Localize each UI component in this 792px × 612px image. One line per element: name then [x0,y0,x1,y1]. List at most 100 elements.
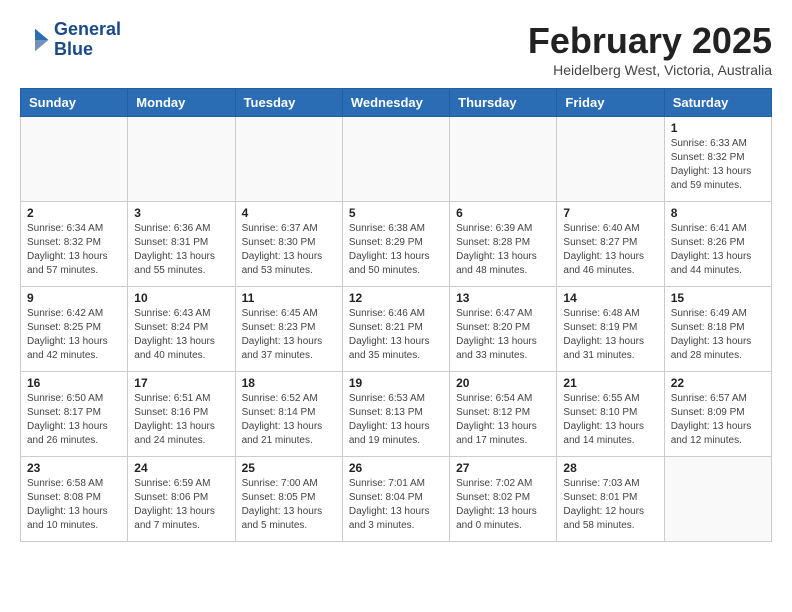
day-number: 24 [134,461,228,475]
day-info: Sunrise: 6:33 AM Sunset: 8:32 PM Dayligh… [671,137,765,193]
day-header-friday: Friday [557,89,664,117]
logo-text: General Blue [54,20,121,60]
day-number: 17 [134,376,228,390]
week-row-2: 2Sunrise: 6:34 AM Sunset: 8:32 PM Daylig… [21,202,772,287]
day-info: Sunrise: 7:01 AM Sunset: 8:04 PM Dayligh… [349,477,443,533]
day-number: 5 [349,206,443,220]
day-info: Sunrise: 6:45 AM Sunset: 8:23 PM Dayligh… [242,307,336,363]
calendar-cell: 6 Sunrise: 6:39 AM Sunset: 8:28 PM Daylig… [450,202,557,287]
calendar-cell: 9 Sunrise: 6:42 AM Sunset: 8:25 PM Daylig… [21,287,128,372]
calendar-cell [342,117,449,202]
calendar-cell: 13 Sunrise: 6:47 AM Sunset: 8:20 PM Dayli… [450,287,557,372]
day-info: Sunrise: 6:46 AM Sunset: 8:21 PM Dayligh… [349,307,443,363]
day-info: Sunrise: 6:58 AM Sunset: 8:08 PM Dayligh… [27,477,121,533]
logo: General Blue [20,20,121,60]
day-number: 14 [563,291,657,305]
day-info: Sunrise: 6:42 AM Sunset: 8:25 PM Dayligh… [27,307,121,363]
week-row-5: 23 Sunrise: 6:58 AM Sunset: 8:08 PM Dayli… [21,457,772,542]
calendar-cell [557,117,664,202]
calendar-cell: 3 Sunrise: 6:36 AM Sunset: 8:31 PM Daylig… [128,202,235,287]
day-number: 21 [563,376,657,390]
calendar-cell: 25 Sunrise: 7:00 AM Sunset: 8:05 PM Dayli… [235,457,342,542]
calendar-cell: 11 Sunrise: 6:45 AM Sunset: 8:23 PM Dayli… [235,287,342,372]
week-row-1: 1 Sunrise: 6:33 AM Sunset: 8:32 PM Daylig… [21,117,772,202]
day-header-monday: Monday [128,89,235,117]
day-info: Sunrise: 6:36 AM Sunset: 8:31 PM Dayligh… [134,222,228,278]
day-number: 22 [671,376,765,390]
week-row-3: 9 Sunrise: 6:42 AM Sunset: 8:25 PM Daylig… [21,287,772,372]
day-info: Sunrise: 6:47 AM Sunset: 8:20 PM Dayligh… [456,307,550,363]
day-number: 15 [671,291,765,305]
day-info: Sunrise: 6:50 AM Sunset: 8:17 PM Dayligh… [27,392,121,448]
day-info: Sunrise: 7:02 AM Sunset: 8:02 PM Dayligh… [456,477,550,533]
calendar-cell: 2Sunrise: 6:34 AM Sunset: 8:32 PM Daylig… [21,202,128,287]
calendar-cell: 16 Sunrise: 6:50 AM Sunset: 8:17 PM Dayli… [21,372,128,457]
day-info: Sunrise: 6:59 AM Sunset: 8:06 PM Dayligh… [134,477,228,533]
day-number: 19 [349,376,443,390]
page-header: General Blue February 2025 Heidelberg We… [20,20,772,78]
day-info: Sunrise: 6:39 AM Sunset: 8:28 PM Dayligh… [456,222,550,278]
calendar-table: SundayMondayTuesdayWednesdayThursdayFrid… [20,88,772,542]
day-info: Sunrise: 6:43 AM Sunset: 8:24 PM Dayligh… [134,307,228,363]
calendar-cell: 27 Sunrise: 7:02 AM Sunset: 8:02 PM Dayli… [450,457,557,542]
day-header-thursday: Thursday [450,89,557,117]
week-row-4: 16 Sunrise: 6:50 AM Sunset: 8:17 PM Dayli… [21,372,772,457]
day-number: 20 [456,376,550,390]
calendar-cell: 21Sunrise: 6:55 AM Sunset: 8:10 PM Dayli… [557,372,664,457]
day-number: 26 [349,461,443,475]
calendar-cell: 20 Sunrise: 6:54 AM Sunset: 8:12 PM Dayli… [450,372,557,457]
month-title: February 2025 [528,20,772,62]
day-info: Sunrise: 6:52 AM Sunset: 8:14 PM Dayligh… [242,392,336,448]
day-info: Sunrise: 6:51 AM Sunset: 8:16 PM Dayligh… [134,392,228,448]
day-number: 2 [27,206,121,220]
day-info: Sunrise: 6:38 AM Sunset: 8:29 PM Dayligh… [349,222,443,278]
day-info: Sunrise: 7:00 AM Sunset: 8:05 PM Dayligh… [242,477,336,533]
calendar-cell: 5 Sunrise: 6:38 AM Sunset: 8:29 PM Daylig… [342,202,449,287]
calendar-cell: 4Sunrise: 6:37 AM Sunset: 8:30 PM Daylig… [235,202,342,287]
day-number: 11 [242,291,336,305]
calendar-cell: 28Sunrise: 7:03 AM Sunset: 8:01 PM Dayli… [557,457,664,542]
calendar-cell: 18 Sunrise: 6:52 AM Sunset: 8:14 PM Dayli… [235,372,342,457]
calendar-cell [128,117,235,202]
calendar-cell: 24 Sunrise: 6:59 AM Sunset: 8:06 PM Dayli… [128,457,235,542]
calendar-cell: 15 Sunrise: 6:49 AM Sunset: 8:18 PM Dayli… [664,287,771,372]
logo-icon [20,25,50,55]
day-header-sunday: Sunday [21,89,128,117]
title-block: February 2025 Heidelberg West, Victoria,… [528,20,772,78]
calendar-cell [450,117,557,202]
day-info: Sunrise: 6:41 AM Sunset: 8:26 PM Dayligh… [671,222,765,278]
day-info: Sunrise: 6:48 AM Sunset: 8:19 PM Dayligh… [563,307,657,363]
day-info: Sunrise: 6:37 AM Sunset: 8:30 PM Dayligh… [242,222,336,278]
day-number: 16 [27,376,121,390]
day-number: 28 [563,461,657,475]
calendar-cell: 14 Sunrise: 6:48 AM Sunset: 8:19 PM Dayli… [557,287,664,372]
day-headers-row: SundayMondayTuesdayWednesdayThursdayFrid… [21,89,772,117]
day-info: Sunrise: 6:54 AM Sunset: 8:12 PM Dayligh… [456,392,550,448]
day-number: 6 [456,206,550,220]
day-number: 13 [456,291,550,305]
location: Heidelberg West, Victoria, Australia [528,62,772,78]
day-header-saturday: Saturday [664,89,771,117]
day-number: 27 [456,461,550,475]
day-number: 8 [671,206,765,220]
calendar-cell: 8 Sunrise: 6:41 AM Sunset: 8:26 PM Daylig… [664,202,771,287]
day-number: 3 [134,206,228,220]
day-number: 7 [563,206,657,220]
calendar-cell: 23 Sunrise: 6:58 AM Sunset: 8:08 PM Dayli… [21,457,128,542]
calendar-cell: 22 Sunrise: 6:57 AM Sunset: 8:09 PM Dayli… [664,372,771,457]
day-number: 25 [242,461,336,475]
calendar-cell [664,457,771,542]
calendar-cell: 1 Sunrise: 6:33 AM Sunset: 8:32 PM Daylig… [664,117,771,202]
day-info: Sunrise: 6:40 AM Sunset: 8:27 PM Dayligh… [563,222,657,278]
day-number: 23 [27,461,121,475]
day-number: 1 [671,121,765,135]
day-info: Sunrise: 6:57 AM Sunset: 8:09 PM Dayligh… [671,392,765,448]
day-header-tuesday: Tuesday [235,89,342,117]
calendar-cell: 10Sunrise: 6:43 AM Sunset: 8:24 PM Dayli… [128,287,235,372]
calendar-cell: 7 Sunrise: 6:40 AM Sunset: 8:27 PM Daylig… [557,202,664,287]
day-info: Sunrise: 6:49 AM Sunset: 8:18 PM Dayligh… [671,307,765,363]
day-info: Sunrise: 6:53 AM Sunset: 8:13 PM Dayligh… [349,392,443,448]
day-number: 9 [27,291,121,305]
day-number: 18 [242,376,336,390]
day-number: 12 [349,291,443,305]
